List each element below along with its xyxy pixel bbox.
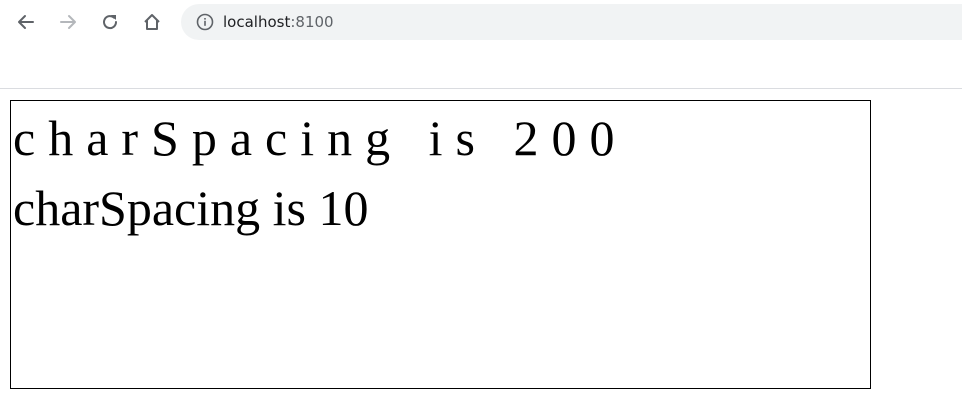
back-button[interactable] bbox=[12, 8, 40, 36]
canvas-text-line: charSpacing is 10 bbox=[13, 180, 369, 236]
reload-icon bbox=[103, 15, 118, 30]
arrow-right-icon bbox=[60, 15, 76, 29]
browser-toolbar: localhost:8100 bbox=[0, 0, 962, 44]
info-icon[interactable] bbox=[195, 12, 215, 32]
home-icon bbox=[144, 14, 160, 30]
toolbar-divider bbox=[0, 88, 962, 89]
url-text: localhost:8100 bbox=[223, 13, 334, 31]
reload-button[interactable] bbox=[96, 8, 124, 36]
home-button[interactable] bbox=[138, 8, 166, 36]
canvas-text-line: charSpacing is 200 bbox=[13, 110, 628, 166]
forward-button[interactable] bbox=[54, 8, 82, 36]
url-port: :8100 bbox=[290, 13, 334, 31]
url-host: localhost bbox=[223, 13, 291, 31]
canvas: charSpacing is 200 charSpacing is 10 bbox=[10, 100, 871, 389]
address-bar[interactable]: localhost:8100 bbox=[181, 4, 962, 40]
arrow-left-icon bbox=[18, 15, 34, 29]
